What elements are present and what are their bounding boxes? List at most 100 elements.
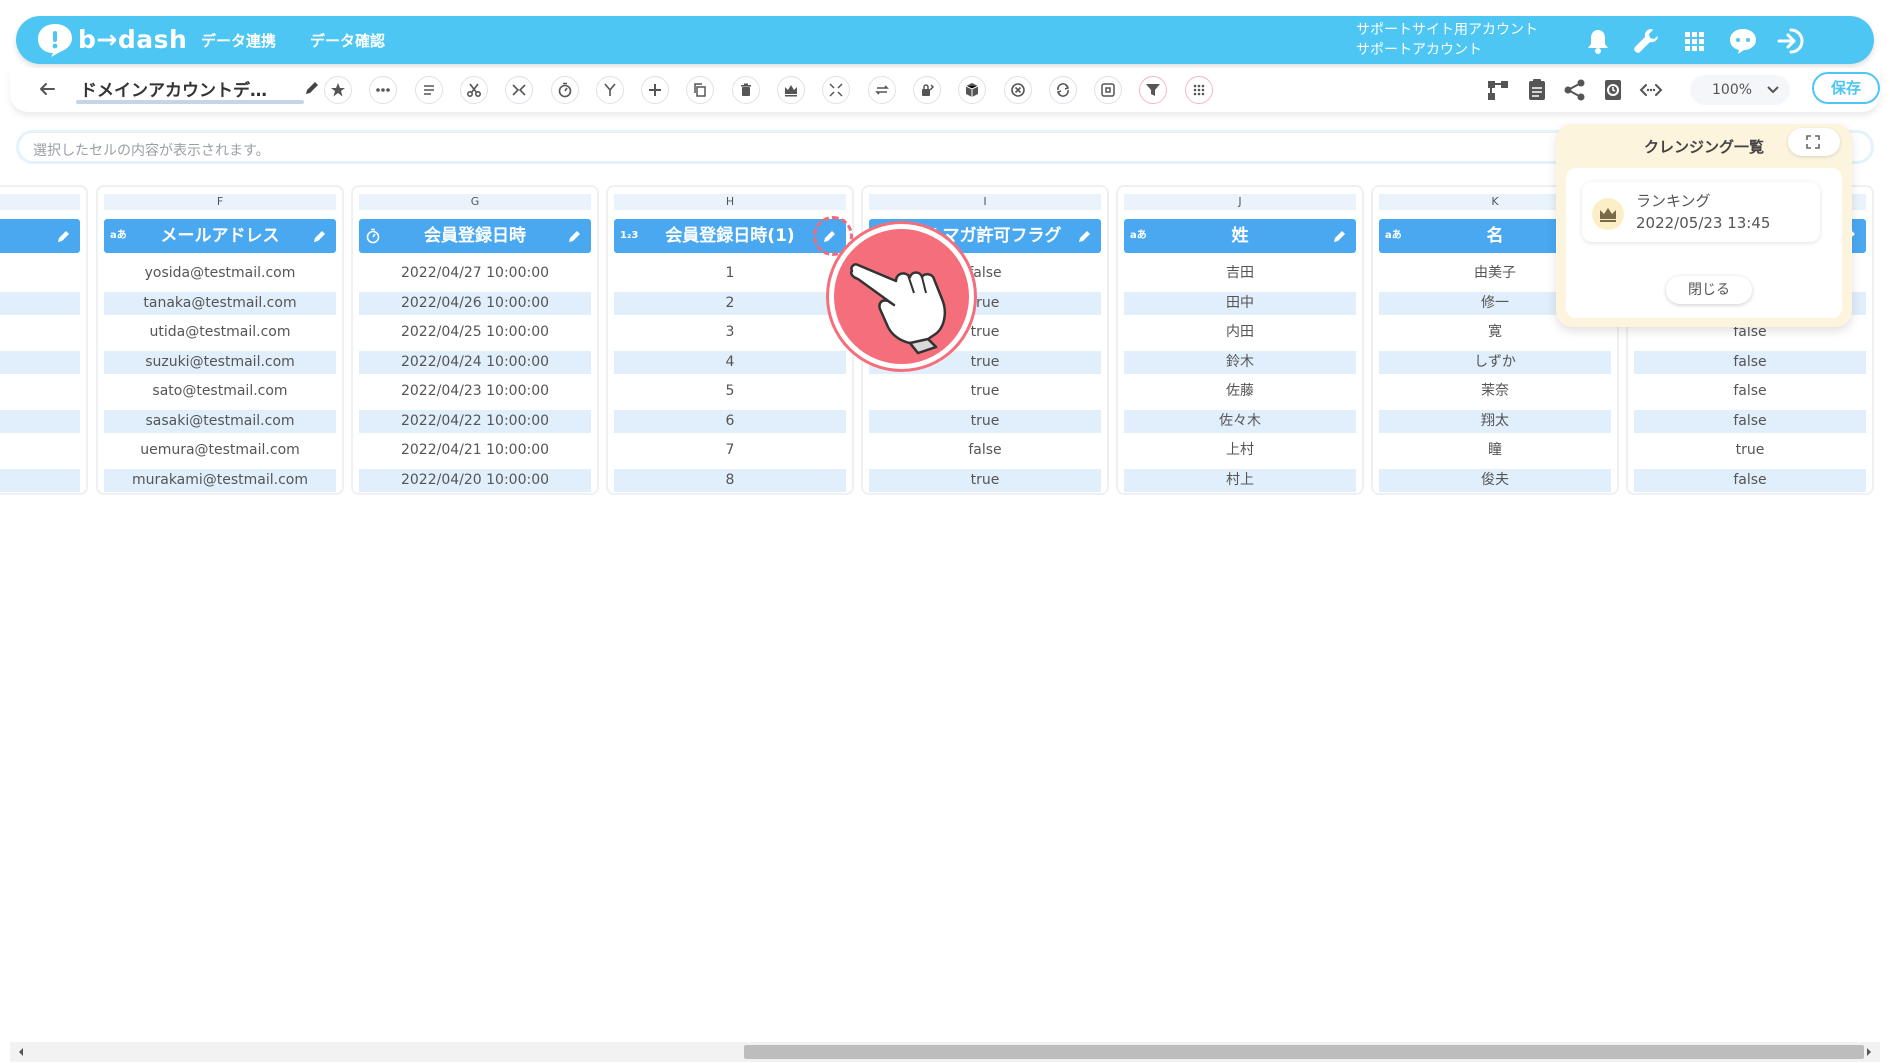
edit-column-pencil-icon[interactable] — [567, 228, 583, 244]
column-header[interactable]: aあ 姓 — [1124, 219, 1356, 253]
grid-cell[interactable] — [0, 468, 80, 492]
timer-tool-button[interactable] — [550, 76, 579, 104]
grid-cell[interactable]: false — [1634, 409, 1866, 433]
grid-cell[interactable]: false — [1634, 468, 1866, 492]
grid-cell[interactable]: しずか — [1379, 350, 1611, 374]
grid-cell[interactable]: false — [1634, 350, 1866, 374]
scroll-left-arrow-icon[interactable] — [16, 1046, 26, 1058]
grid-cell[interactable]: 内田 — [1124, 321, 1356, 344]
expand-panel-button[interactable] — [1788, 128, 1840, 156]
edit-column-pencil-icon[interactable] — [1332, 228, 1348, 244]
grid-cell[interactable]: false — [869, 439, 1101, 462]
frame-tool-button[interactable] — [1094, 76, 1123, 104]
wrench-icon[interactable] — [1629, 24, 1663, 58]
shrink-tool-button[interactable] — [822, 76, 851, 104]
column-letter[interactable]: G — [359, 194, 591, 210]
scroll-right-arrow-icon[interactable] — [1864, 1046, 1874, 1058]
column-header[interactable]: 会員登録日時 — [359, 219, 591, 253]
scrollbar-thumb[interactable] — [744, 1045, 1864, 1059]
scissors-tool-button[interactable] — [459, 76, 488, 104]
refresh-tool-button[interactable] — [1048, 76, 1077, 104]
grid-cell[interactable]: 4 — [614, 350, 846, 374]
filter-tool-button[interactable] — [1139, 76, 1168, 104]
column-header[interactable]: D — [0, 219, 80, 253]
column-letter[interactable]: F — [104, 194, 336, 210]
share-icon[interactable] — [1562, 77, 1588, 103]
close-panel-button[interactable]: 閉じる — [1666, 276, 1752, 304]
edit-column-pencil-icon[interactable] — [56, 228, 72, 244]
grid-cell[interactable]: 翔太 — [1379, 409, 1611, 433]
grid-cell[interactable] — [0, 291, 80, 315]
grid-cell[interactable]: 瞳 — [1379, 439, 1611, 462]
flow-title[interactable]: ドメインアカウントデ… — [80, 76, 305, 101]
grid-cell[interactable]: 佐々木 — [1124, 409, 1356, 433]
grid-cell[interactable]: sasaki@testmail.com — [104, 409, 336, 433]
grid-cell[interactable]: false — [1634, 380, 1866, 403]
branch-tool-button[interactable] — [595, 76, 624, 104]
grid-cell[interactable]: 3 — [614, 321, 846, 344]
copy-tool-button[interactable] — [686, 76, 715, 104]
grid-cell[interactable]: tanaka@testmail.com — [104, 291, 336, 315]
grid-cell[interactable]: 5 — [614, 380, 846, 403]
grid-cell[interactable] — [0, 409, 80, 433]
code-icon[interactable] — [1638, 77, 1664, 103]
grid-apps-icon[interactable] — [1677, 24, 1711, 58]
grid-cell[interactable]: 7 — [614, 439, 846, 462]
grid-cell[interactable]: 吉田 — [1124, 262, 1356, 285]
column-letter[interactable]: I — [869, 194, 1101, 210]
grid-cell[interactable]: 1 — [614, 262, 846, 285]
flow-icon[interactable] — [1485, 77, 1511, 103]
grid-cell[interactable]: 田中 — [1124, 291, 1356, 315]
bell-icon[interactable] — [1581, 24, 1615, 58]
cleansing-item-ranking[interactable]: ランキング 2022/05/23 13:45 — [1582, 182, 1820, 242]
merge-tool-button[interactable] — [505, 76, 534, 104]
grid-cell[interactable]: 2022/04/27 10:00:00 — [359, 262, 591, 285]
grid-cell[interactable] — [0, 350, 80, 374]
logout-icon[interactable] — [1774, 24, 1808, 58]
grid-cell[interactable]: yosida@testmail.com — [104, 262, 336, 285]
grid-cell[interactable]: 2022/04/21 10:00:00 — [359, 439, 591, 462]
edit-column-pencil-icon[interactable] — [312, 228, 328, 244]
grid-cell[interactable]: true — [869, 468, 1101, 492]
edit-column-pencil-icon[interactable] — [1077, 228, 1093, 244]
history-icon[interactable] — [1600, 77, 1626, 103]
grid-cell[interactable]: 2022/04/23 10:00:00 — [359, 380, 591, 403]
grid-cell[interactable] — [0, 380, 80, 403]
edit-title-pencil-icon[interactable] — [303, 79, 321, 97]
column-letter[interactable]: J — [1124, 194, 1356, 210]
zoom-select[interactable]: 100% — [1690, 75, 1790, 105]
grid-cell[interactable]: 2022/04/22 10:00:00 — [359, 409, 591, 433]
grid-cell[interactable]: 2022/04/26 10:00:00 — [359, 291, 591, 315]
grid-cell[interactable]: 2022/04/24 10:00:00 — [359, 350, 591, 374]
grid-cell[interactable]: utida@testmail.com — [104, 321, 336, 344]
more-dots-tool-button[interactable] — [369, 76, 398, 104]
nav-data-confirm[interactable]: データ確認 — [310, 30, 385, 51]
grid-cell[interactable]: 8 — [614, 468, 846, 492]
grid-cell[interactable] — [0, 262, 80, 285]
close-circle-tool-button[interactable] — [1003, 76, 1032, 104]
column-letter[interactable]: H — [614, 194, 846, 210]
grid-cell[interactable] — [0, 321, 80, 344]
column-letter[interactable] — [0, 194, 80, 210]
crown-tool-button[interactable] — [777, 76, 805, 104]
account-info[interactable]: サポートサイト用アカウント サポートアカウント — [1356, 20, 1538, 60]
grid-cell[interactable]: true — [1634, 439, 1866, 462]
grid-cell[interactable]: 鈴木 — [1124, 350, 1356, 374]
column-header[interactable]: aあ メールアドレス — [104, 219, 336, 253]
box-tool-button[interactable] — [958, 76, 987, 104]
trash-tool-button[interactable] — [731, 76, 760, 104]
grid-cell[interactable]: sato@testmail.com — [104, 380, 336, 403]
grid-cell[interactable]: 茉奈 — [1379, 380, 1611, 403]
grid-cell[interactable]: 俊夫 — [1379, 468, 1611, 492]
save-button[interactable]: 保存 — [1812, 72, 1880, 104]
lock-edit-tool-button[interactable] — [912, 76, 941, 104]
grid-cell[interactable]: murakami@testmail.com — [104, 468, 336, 492]
grid-cell[interactable]: 上村 — [1124, 439, 1356, 462]
grid-cell[interactable]: 2022/04/25 10:00:00 — [359, 321, 591, 344]
clipboard-icon[interactable] — [1524, 77, 1550, 103]
horizontal-scrollbar[interactable] — [10, 1042, 1880, 1062]
chat-bubble-icon[interactable] — [1726, 24, 1760, 58]
grid-cell[interactable]: true — [869, 409, 1101, 433]
grid-cell[interactable]: 2 — [614, 291, 846, 315]
star-tool-button[interactable] — [324, 76, 352, 104]
